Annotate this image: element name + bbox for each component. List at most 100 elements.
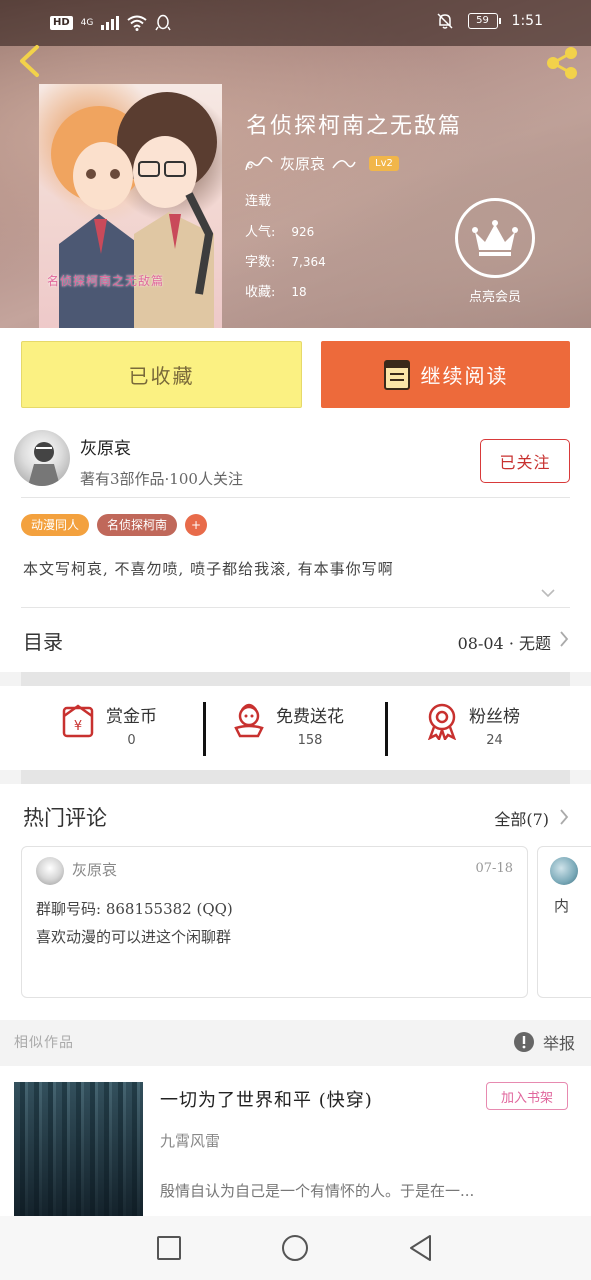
swirl-icon bbox=[245, 156, 273, 170]
author-description: 著有3部作品·100人关注 bbox=[80, 470, 243, 488]
home-button[interactable] bbox=[279, 1232, 311, 1264]
header-author-name: 灰原哀 bbox=[280, 155, 326, 173]
flower-stat[interactable]: 免费送花 158 bbox=[232, 702, 344, 758]
tag-item[interactable]: 名侦探柯南 bbox=[97, 514, 178, 536]
avatar[interactable] bbox=[14, 430, 70, 486]
add-tag-button[interactable]: + bbox=[185, 514, 208, 536]
comment-card[interactable]: 灰原哀 07-18 群聊号码: 868155382 (QQ) 喜欢动漫的可以进这… bbox=[21, 846, 528, 998]
comment-card[interactable]: 内 bbox=[537, 846, 591, 998]
author-card[interactable]: 灰原哀 著有3部作品·100人关注 已关注 bbox=[0, 408, 591, 498]
stat-value: 158 bbox=[297, 733, 323, 748]
word-count-row: 字数: 7,364 bbox=[245, 255, 326, 270]
chevron-right-icon bbox=[560, 809, 569, 825]
tag-item[interactable]: 动漫同人 bbox=[21, 514, 90, 536]
author-name: 灰原哀 bbox=[80, 439, 131, 459]
chevron-down-icon[interactable] bbox=[541, 588, 555, 598]
gold-coin-stat[interactable]: ¥ 赏金币 0 bbox=[60, 702, 157, 758]
latest-chapter: 08-04 · 无题 bbox=[457, 634, 551, 653]
similar-works-header: 相似作品 举报 bbox=[0, 1020, 591, 1066]
favorites-row: 收藏: 18 bbox=[245, 285, 307, 300]
chevron-right-icon bbox=[560, 631, 569, 647]
stat-separator bbox=[203, 702, 206, 756]
cover-illustration bbox=[51, 92, 217, 328]
signal-icon bbox=[101, 16, 120, 30]
continue-reading-label: 继续阅读 bbox=[420, 364, 509, 388]
alert-icon bbox=[513, 1032, 534, 1052]
catalog-row[interactable]: 目录 08-04 · 无题 bbox=[0, 608, 591, 672]
continue-reading-button[interactable]: 继续阅读 bbox=[321, 341, 570, 408]
avatar-illustration bbox=[28, 442, 60, 486]
report-button[interactable]: 举报 bbox=[513, 1030, 575, 1054]
stat-value: 24 bbox=[486, 733, 503, 748]
comments-title: 热门评论 bbox=[23, 806, 107, 830]
report-label: 举报 bbox=[542, 1034, 575, 1053]
square-icon bbox=[157, 1236, 181, 1260]
level-badge: Lv2 bbox=[369, 156, 399, 171]
comment-body: 内 bbox=[554, 897, 570, 915]
tag-list: 动漫同人 名侦探柯南 + bbox=[21, 514, 208, 536]
circle-icon bbox=[282, 1235, 308, 1261]
cover-title-text: 名侦探柯南之无敌篇 bbox=[47, 274, 165, 288]
section-divider bbox=[21, 672, 570, 686]
system-nav-bar bbox=[0, 1216, 591, 1280]
recents-button[interactable] bbox=[153, 1232, 185, 1264]
all-comments-link[interactable]: 全部(7) bbox=[494, 806, 549, 830]
swirl-icon bbox=[332, 159, 356, 168]
intro-text: 本文写柯哀, 不喜勿喷, 喷子都给我滚, 有本事你写啊 bbox=[23, 560, 394, 578]
section-divider bbox=[21, 770, 570, 784]
stat-title: 赏金币 bbox=[106, 707, 157, 727]
share-icon bbox=[547, 47, 577, 79]
avatar bbox=[36, 857, 64, 885]
stat-title: 免费送花 bbox=[276, 707, 344, 727]
wifi-icon bbox=[127, 15, 147, 31]
network-type: 4G bbox=[80, 18, 94, 28]
popularity-row: 人气: 926 bbox=[245, 225, 315, 240]
comment-user: 灰原哀 bbox=[72, 861, 118, 879]
mute-bell-icon bbox=[437, 13, 453, 29]
vip-label: 点亮会员 bbox=[468, 290, 521, 305]
book-intro: 动漫同人 名侦探柯南 + 本文写柯哀, 不喜勿喷, 喷子都给我滚, 有本事你写啊 bbox=[0, 498, 591, 608]
qq-icon bbox=[155, 14, 171, 31]
crown-icon bbox=[472, 220, 518, 256]
vip-button[interactable]: 点亮会员 bbox=[455, 198, 535, 305]
stat-separator bbox=[385, 702, 388, 756]
avatar bbox=[550, 857, 578, 885]
status-time: 1:51 bbox=[511, 13, 543, 29]
similar-book-item[interactable]: 一切为了世界和平 (快穿) 九霄风雷 殷情自认为自己是一个有情怀的人。于是在一.… bbox=[0, 1066, 591, 1216]
collected-button[interactable]: 已收藏 bbox=[21, 341, 302, 408]
similar-book-author: 九霄风雷 bbox=[160, 1132, 221, 1150]
action-bar: 已收藏 继续阅读 bbox=[0, 328, 591, 408]
hd-indicator: HD bbox=[50, 16, 73, 30]
medal-icon bbox=[427, 703, 457, 740]
stats-row: ¥ 赏金币 0 免费送花 158 粉丝榜 24 bbox=[0, 686, 591, 770]
book-title: 名侦探柯南之无敌篇 bbox=[246, 114, 463, 139]
battery-indicator: 59 bbox=[467, 13, 501, 29]
similar-book-description: 殷情自认为自己是一个有情怀的人。于是在一... bbox=[160, 1182, 475, 1200]
book-header: HD 4G 59 1:51 名侦探柯南之无敌篇 名侦探柯南之无敌篇 灰原哀 Lv… bbox=[0, 0, 591, 328]
similar-works-label: 相似作品 bbox=[14, 1035, 74, 1051]
book-cover[interactable]: 名侦探柯南之无敌篇 bbox=[39, 84, 222, 328]
similar-book-cover bbox=[14, 1082, 143, 1216]
stat-title: 粉丝榜 bbox=[469, 707, 520, 727]
similar-book-title: 一切为了世界和平 (快穿) bbox=[160, 1090, 373, 1111]
fans-rank-stat[interactable]: 粉丝榜 24 bbox=[425, 702, 520, 758]
svg-text:¥: ¥ bbox=[74, 719, 82, 734]
comment-body: 群聊号码: 868155382 (QQ) 喜欢动漫的可以进这个闲聊群 bbox=[36, 900, 233, 946]
back-nav-button[interactable] bbox=[405, 1232, 437, 1264]
header-author[interactable]: 灰原哀 Lv2 bbox=[244, 153, 399, 174]
add-to-shelf-button[interactable]: 加入书架 bbox=[486, 1082, 568, 1110]
hot-comments: 热门评论 全部(7) 灰原哀 07-18 群聊号码: 868155382 (QQ… bbox=[0, 784, 591, 1020]
comment-date: 07-18 bbox=[475, 861, 513, 876]
book-status: 连载 bbox=[245, 194, 272, 209]
book-meta: 连载 人气: 926 字数: 7,364 收藏: 18 bbox=[245, 192, 326, 312]
share-button[interactable] bbox=[543, 44, 581, 82]
catalog-label: 目录 bbox=[23, 630, 63, 654]
triangle-back-icon bbox=[410, 1235, 431, 1261]
follow-button[interactable]: 已关注 bbox=[480, 439, 570, 483]
chevron-left-icon bbox=[20, 45, 39, 77]
back-button[interactable] bbox=[12, 44, 46, 78]
book-icon bbox=[383, 359, 410, 390]
flower-icon bbox=[234, 703, 264, 738]
gold-coin-icon: ¥ bbox=[62, 704, 94, 738]
status-bar: HD 4G 59 1:51 bbox=[0, 0, 591, 46]
